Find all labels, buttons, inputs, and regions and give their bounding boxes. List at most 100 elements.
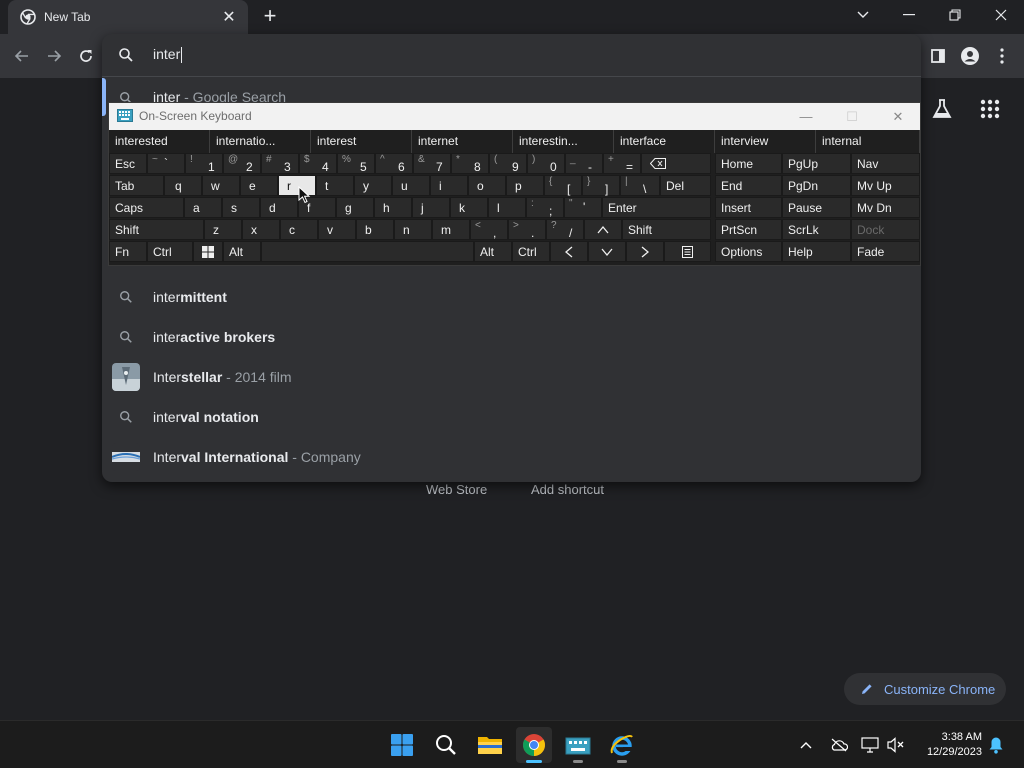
key-x[interactable]: x bbox=[242, 219, 280, 240]
key-mv-dn[interactable]: Mv Dn bbox=[851, 197, 920, 218]
key-period[interactable]: >. bbox=[508, 219, 546, 240]
start-button[interactable] bbox=[384, 727, 420, 763]
key-comma[interactable]: <, bbox=[470, 219, 508, 240]
internet-explorer-button[interactable] bbox=[604, 727, 640, 763]
key-esc[interactable]: Esc bbox=[109, 153, 147, 174]
prediction-item[interactable]: interestin... bbox=[513, 130, 614, 153]
key-help[interactable]: Help bbox=[782, 241, 851, 262]
key-e[interactable]: e bbox=[240, 175, 278, 196]
key-scrlk[interactable]: ScrLk bbox=[782, 219, 851, 240]
key-insert[interactable]: Insert bbox=[715, 197, 782, 218]
more-menu-icon[interactable] bbox=[990, 44, 1014, 68]
key-z[interactable]: z bbox=[204, 219, 242, 240]
tab-close-icon[interactable]: ✕ bbox=[220, 7, 238, 27]
suggestion-row[interactable]: interval notation bbox=[102, 397, 921, 437]
key-equals[interactable]: + = bbox=[603, 153, 641, 174]
key-ctrl-right[interactable]: Ctrl bbox=[512, 241, 550, 262]
window-restore-icon[interactable] bbox=[932, 0, 978, 30]
key-down-arrow[interactable] bbox=[588, 241, 626, 262]
window-close-icon[interactable] bbox=[978, 0, 1024, 30]
suggestion-row[interactable]: intermittent bbox=[102, 277, 921, 317]
key-windows[interactable] bbox=[193, 241, 223, 262]
key-2[interactable]: @2 bbox=[223, 153, 261, 174]
key-s[interactable]: s bbox=[222, 197, 260, 218]
suggestion-row[interactable]: Interstellar - 2014 film bbox=[102, 357, 921, 397]
key-7[interactable]: & 7 bbox=[413, 153, 451, 174]
notification-bell-icon[interactable] bbox=[986, 735, 1006, 755]
key-quote[interactable]: " ' bbox=[564, 197, 602, 218]
window-minimize-icon[interactable] bbox=[886, 0, 932, 30]
key-i[interactable]: i bbox=[430, 175, 468, 196]
key-d[interactable]: d bbox=[260, 197, 298, 218]
key-up-arrow[interactable] bbox=[584, 219, 622, 240]
key-1[interactable]: ! 1 bbox=[185, 153, 223, 174]
key-ctrl-left[interactable]: Ctrl bbox=[147, 241, 193, 262]
prediction-item[interactable]: internatio... bbox=[210, 130, 311, 153]
key-pause[interactable]: Pause bbox=[782, 197, 851, 218]
key-backslash[interactable]: | \ bbox=[620, 175, 660, 196]
key-q[interactable]: q bbox=[164, 175, 202, 196]
key-j[interactable]: j bbox=[412, 197, 450, 218]
side-panel-icon[interactable] bbox=[926, 44, 950, 68]
key-t[interactable]: t bbox=[316, 175, 354, 196]
key-8[interactable]: * 8 bbox=[451, 153, 489, 174]
key-del[interactable]: Del bbox=[660, 175, 711, 196]
key-v[interactable]: v bbox=[318, 219, 356, 240]
osk-title-bar[interactable]: On-Screen Keyboard — ☐ ✕ bbox=[109, 103, 920, 130]
prediction-item[interactable]: internet bbox=[412, 130, 513, 153]
key-5[interactable]: % 5 bbox=[337, 153, 375, 174]
suggestion-row[interactable]: interactive brokers bbox=[102, 317, 921, 357]
key-p[interactable]: p bbox=[506, 175, 544, 196]
shortcut-web-store[interactable]: Web Store bbox=[426, 482, 487, 497]
show-hidden-icons-chevron[interactable] bbox=[796, 735, 816, 755]
key-pgdn[interactable]: PgDn bbox=[782, 175, 851, 196]
shortcut-add-shortcut[interactable]: Add shortcut bbox=[531, 482, 604, 497]
key-nav[interactable]: Nav bbox=[851, 153, 920, 174]
key-a[interactable]: a bbox=[184, 197, 222, 218]
osk-taskbar-button[interactable] bbox=[560, 727, 596, 763]
key-caps[interactable]: Caps bbox=[109, 197, 184, 218]
key-w[interactable]: w bbox=[202, 175, 240, 196]
key-backspace[interactable] bbox=[641, 153, 711, 174]
osk-close-icon[interactable]: ✕ bbox=[875, 103, 921, 130]
key-mv-up[interactable]: Mv Up bbox=[851, 175, 920, 196]
new-tab-plus-icon[interactable]: + bbox=[258, 4, 282, 28]
key-fn[interactable]: Fn bbox=[109, 241, 147, 262]
key-n[interactable]: n bbox=[394, 219, 432, 240]
key-space[interactable] bbox=[261, 241, 474, 262]
prediction-item[interactable]: interested bbox=[109, 130, 210, 153]
key-g[interactable]: g bbox=[336, 197, 374, 218]
omnibox-input[interactable]: inter bbox=[102, 34, 921, 76]
prediction-item[interactable]: internal bbox=[816, 130, 920, 153]
key-l[interactable]: l bbox=[488, 197, 526, 218]
suggestion-row[interactable]: Interval International - Company bbox=[102, 437, 921, 477]
key-0[interactable]: ) 0 bbox=[527, 153, 565, 174]
google-apps-grid-icon[interactable] bbox=[978, 97, 1002, 121]
reload-icon[interactable] bbox=[72, 42, 100, 70]
onedrive-cloud-off-icon[interactable] bbox=[829, 735, 849, 755]
system-clock[interactable]: 3:38 AM 12/29/2023 bbox=[916, 730, 982, 760]
key-o[interactable]: o bbox=[468, 175, 506, 196]
tab-new-tab[interactable]: New Tab ✕ bbox=[8, 0, 248, 34]
key-h[interactable]: h bbox=[374, 197, 412, 218]
volume-muted-icon[interactable] bbox=[886, 735, 906, 755]
key-semicolon[interactable]: :; bbox=[526, 197, 564, 218]
key-b[interactable]: b bbox=[356, 219, 394, 240]
customize-chrome-button[interactable]: Customize Chrome bbox=[844, 673, 1006, 705]
profile-avatar-icon[interactable] bbox=[958, 44, 982, 68]
key-minus[interactable]: _ - bbox=[565, 153, 603, 174]
chrome-taskbar-button[interactable] bbox=[516, 727, 552, 763]
key-k[interactable]: k bbox=[450, 197, 488, 218]
key-alt-left[interactable]: Alt bbox=[223, 241, 261, 262]
osk-minimize-icon[interactable]: — bbox=[783, 103, 829, 130]
back-arrow-icon[interactable] bbox=[8, 42, 36, 70]
key-home[interactable]: Home bbox=[715, 153, 782, 174]
key-open-bracket[interactable]: {[ bbox=[544, 175, 582, 196]
key-pgup[interactable]: PgUp bbox=[782, 153, 851, 174]
key-y[interactable]: y bbox=[354, 175, 392, 196]
key-prtscn[interactable]: PrtScn bbox=[715, 219, 782, 240]
key-m[interactable]: m bbox=[432, 219, 470, 240]
network-icon[interactable] bbox=[860, 735, 880, 755]
prediction-item[interactable]: interview bbox=[715, 130, 816, 153]
prediction-item[interactable]: interface bbox=[614, 130, 715, 153]
